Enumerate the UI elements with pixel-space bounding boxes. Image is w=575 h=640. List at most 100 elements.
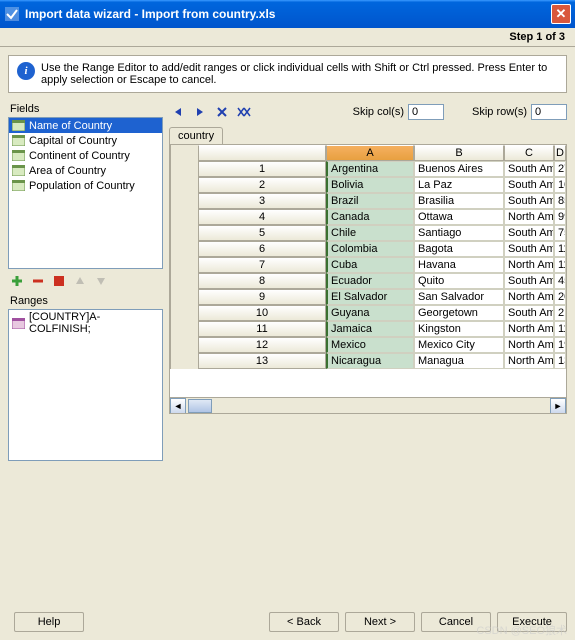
cell[interactable]: 2777815 [554, 161, 566, 177]
cell[interactable]: 455502 [554, 273, 566, 289]
cell[interactable]: 20865 [554, 289, 566, 305]
field-item[interactable]: Name of Country [9, 118, 162, 133]
row-header[interactable]: 7 [198, 257, 326, 273]
clear-x-icon[interactable] [213, 103, 231, 121]
col-header[interactable]: D [554, 145, 566, 161]
remove-range-icon[interactable] [29, 272, 47, 290]
vertical-scrollbar[interactable] [170, 145, 198, 369]
cell[interactable]: Santiago [414, 225, 504, 241]
cell[interactable]: 114524 [554, 257, 566, 273]
cell[interactable]: Havana [414, 257, 504, 273]
cell[interactable]: Mexico City [414, 337, 504, 353]
cell[interactable]: Colombia [326, 241, 414, 257]
cell[interactable]: South America [504, 177, 554, 193]
up-arrow-icon[interactable] [71, 272, 89, 290]
cell[interactable]: North America [504, 353, 554, 369]
cell[interactable]: Mexico [326, 337, 414, 353]
row-header[interactable]: 12 [198, 337, 326, 353]
row-header[interactable]: 2 [198, 177, 326, 193]
clear-xx-icon[interactable] [235, 103, 253, 121]
titlebar[interactable]: Import data wizard - Import from country… [0, 0, 575, 28]
scroll-thumb[interactable] [188, 399, 212, 413]
cell[interactable]: Canada [326, 209, 414, 225]
cell[interactable]: Georgetown [414, 305, 504, 321]
cell[interactable]: Bolivia [326, 177, 414, 193]
arrow-right-icon[interactable] [191, 103, 209, 121]
skip-row-input[interactable] [531, 104, 567, 120]
horizontal-scrollbar[interactable]: ◄ ► [170, 397, 566, 413]
col-header[interactable]: C [504, 145, 554, 161]
cell[interactable]: South America [504, 193, 554, 209]
sheet-tab[interactable]: country [169, 127, 223, 144]
cell[interactable]: North America [504, 321, 554, 337]
cell[interactable]: Nicaragua [326, 353, 414, 369]
range-item[interactable]: [COUNTRY]A-COLFINISH; [9, 310, 162, 336]
row-header[interactable]: 3 [198, 193, 326, 209]
row-header[interactable]: 5 [198, 225, 326, 241]
scroll-right-icon[interactable]: ► [550, 398, 566, 414]
cell[interactable]: 756943 [554, 225, 566, 241]
cell[interactable]: El Salvador [326, 289, 414, 305]
close-button[interactable]: ✕ [551, 4, 571, 24]
cell[interactable]: Cuba [326, 257, 414, 273]
cell[interactable]: 1098575 [554, 177, 566, 193]
row-header[interactable]: 11 [198, 321, 326, 337]
cell[interactable]: Brasilia [414, 193, 504, 209]
cell[interactable]: Argentina [326, 161, 414, 177]
row-header[interactable]: 13 [198, 353, 326, 369]
spreadsheet-grid[interactable]: ABCD1ArgentinaBuenos AiresSouth America2… [169, 144, 567, 414]
col-header[interactable]: A [326, 145, 414, 161]
row-header[interactable]: 6 [198, 241, 326, 257]
col-header[interactable]: B [414, 145, 504, 161]
cell[interactable]: South America [504, 161, 554, 177]
field-item[interactable]: Capital of Country [9, 133, 162, 148]
cell[interactable]: Kingston [414, 321, 504, 337]
cell[interactable]: 1967180 [554, 337, 566, 353]
cell[interactable]: Quito [414, 273, 504, 289]
cell[interactable]: 11424 [554, 321, 566, 337]
cell[interactable]: Ottawa [414, 209, 504, 225]
skip-col-input[interactable] [408, 104, 444, 120]
back-button[interactable]: < Back [269, 612, 339, 632]
row-header[interactable]: 4 [198, 209, 326, 225]
cell[interactable]: Managua [414, 353, 504, 369]
field-item[interactable]: Continent of Country [9, 148, 162, 163]
row-header[interactable]: 10 [198, 305, 326, 321]
cell[interactable]: North America [504, 337, 554, 353]
corner-cell[interactable] [198, 145, 326, 161]
fields-listbox[interactable]: Name of CountryCapital of CountryContine… [8, 117, 163, 269]
down-arrow-icon[interactable] [92, 272, 110, 290]
cell[interactable]: 8511196 [554, 193, 566, 209]
cell[interactable]: Chile [326, 225, 414, 241]
next-button[interactable]: Next > [345, 612, 415, 632]
cell[interactable]: Ecuador [326, 273, 414, 289]
cell[interactable]: South America [504, 305, 554, 321]
cell[interactable]: 1138907 [554, 241, 566, 257]
cell[interactable]: San Salvador [414, 289, 504, 305]
cell[interactable]: Brazil [326, 193, 414, 209]
cell[interactable]: South America [504, 225, 554, 241]
cell[interactable]: Jamaica [326, 321, 414, 337]
add-range-icon[interactable] [8, 272, 26, 290]
row-header[interactable]: 8 [198, 273, 326, 289]
row-header[interactable]: 9 [198, 289, 326, 305]
stop-icon[interactable] [50, 272, 68, 290]
scroll-left-icon[interactable]: ◄ [170, 398, 186, 414]
cell[interactable]: 9976147 [554, 209, 566, 225]
cell[interactable]: South America [504, 273, 554, 289]
cell[interactable]: 214969 [554, 305, 566, 321]
cell[interactable]: Buenos Aires [414, 161, 504, 177]
cell[interactable]: La Paz [414, 177, 504, 193]
cell[interactable]: South America [504, 241, 554, 257]
row-header[interactable]: 1 [198, 161, 326, 177]
help-button[interactable]: Help [14, 612, 84, 632]
arrow-left-icon[interactable] [169, 103, 187, 121]
cell[interactable]: North America [504, 209, 554, 225]
cell[interactable]: North America [504, 289, 554, 305]
field-item[interactable]: Area of Country [9, 163, 162, 178]
ranges-listbox[interactable]: [COUNTRY]A-COLFINISH; [8, 309, 163, 461]
field-item[interactable]: Population of Country [9, 178, 162, 193]
cell[interactable]: 139000 [554, 353, 566, 369]
cell[interactable]: Bagota [414, 241, 504, 257]
cell[interactable]: North America [504, 257, 554, 273]
